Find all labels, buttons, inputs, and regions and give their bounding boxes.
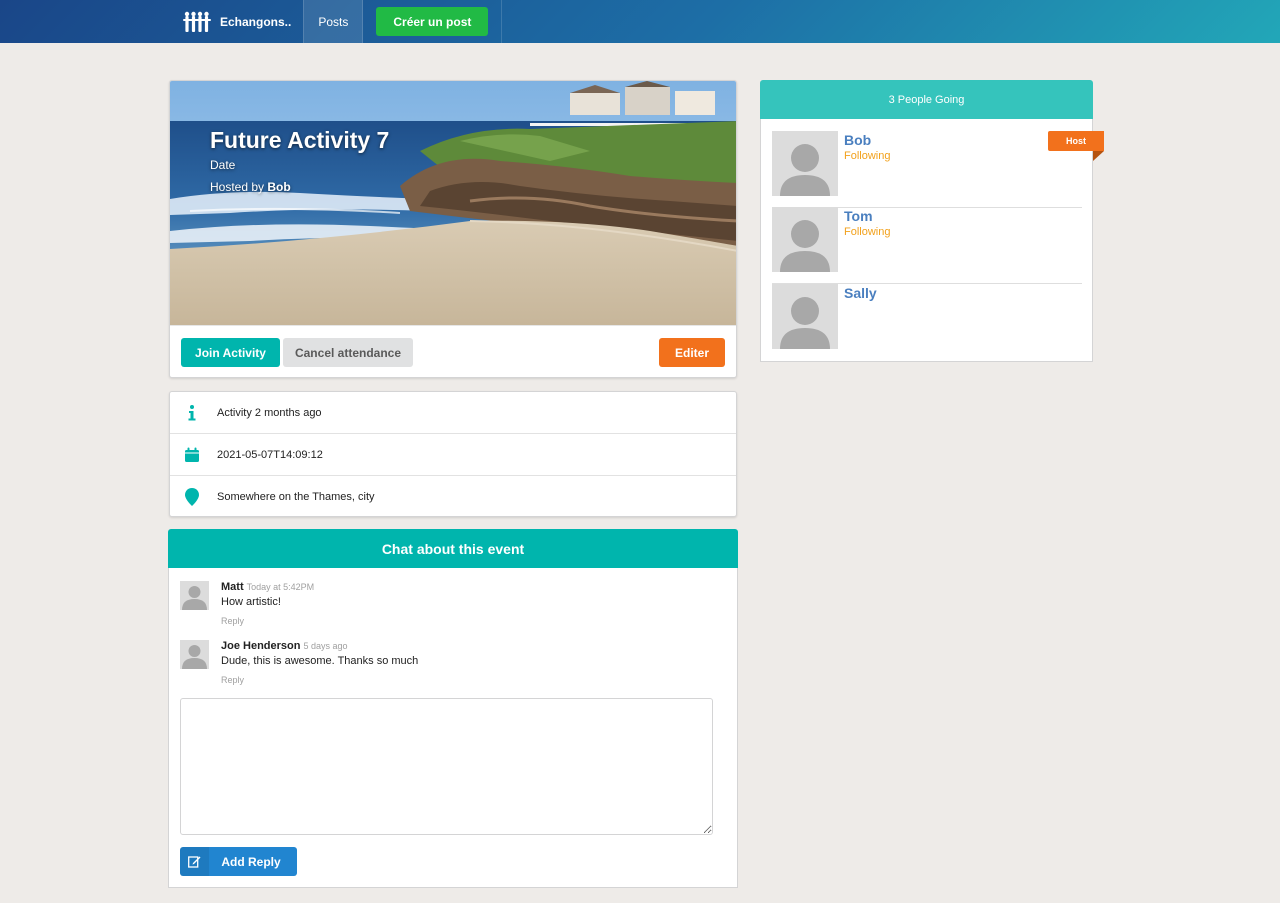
calendar-icon bbox=[183, 446, 201, 464]
activity-hero-text: Future Activity 7 Date Hosted by Bob bbox=[210, 126, 389, 194]
join-activity-button[interactable]: Join Activity bbox=[181, 338, 280, 367]
activity-title: Future Activity 7 bbox=[210, 127, 390, 153]
navbar-inner: Echangons.. Posts Créer un post bbox=[169, 0, 503, 43]
host-badge-corner bbox=[1093, 151, 1104, 161]
host-badge: Host bbox=[1048, 131, 1104, 151]
comment-author[interactable]: Matt Today at 5:42PM bbox=[221, 581, 314, 593]
add-reply-button[interactable]: Add Reply bbox=[180, 847, 297, 876]
activity-header-card: Future Activity 7 Date Hosted by Bob Joi… bbox=[169, 80, 737, 378]
comment-time: Today at 5:42PM bbox=[246, 582, 315, 592]
comment-text: Dude, this is awesome. Thanks so much bbox=[221, 655, 419, 667]
brand-link[interactable]: Echangons.. bbox=[169, 0, 303, 43]
comment-author-name: Matt bbox=[221, 581, 244, 593]
comment-avatar[interactable] bbox=[180, 640, 209, 669]
chat-header: Chat about this event bbox=[168, 529, 738, 568]
activity-image: Future Activity 7 Date Hosted by Bob bbox=[170, 81, 736, 325]
nav-create-wrap: Créer un post bbox=[363, 0, 503, 43]
comment-reply-link[interactable]: Reply bbox=[221, 616, 244, 626]
edit-activity-button[interactable]: Editer bbox=[659, 338, 725, 367]
hosted-by-prefix: Hosted by bbox=[210, 180, 268, 194]
attendee-status: Following bbox=[844, 150, 891, 162]
activity-actions: Join Activity Cancel attendance Editer bbox=[170, 325, 736, 377]
comment-author[interactable]: Joe Henderson 5 days ago bbox=[221, 640, 348, 652]
chat-panel: Matt Today at 5:42PM How artistic! Reply … bbox=[168, 568, 738, 888]
map-marker-icon bbox=[183, 488, 201, 506]
edit-icon bbox=[180, 847, 209, 876]
comment: Joe Henderson 5 days ago Dude, this is aw… bbox=[180, 640, 720, 690]
activity-date: Date bbox=[210, 158, 236, 172]
user-icon bbox=[182, 645, 207, 669]
attendee-status: Following bbox=[844, 226, 891, 238]
user-icon bbox=[182, 586, 207, 610]
host-name: Bob bbox=[267, 180, 291, 194]
nav-posts[interactable]: Posts bbox=[303, 0, 364, 43]
details-description-row: Activity 2 months ago bbox=[170, 392, 736, 434]
attendees-header: 3 People Going bbox=[760, 80, 1093, 119]
activity-details: Activity 2 months ago 2021-05-07T14:09:1… bbox=[169, 391, 737, 517]
create-post-button[interactable]: Créer un post bbox=[376, 7, 489, 36]
user-icon bbox=[780, 144, 830, 196]
list-item: Sally bbox=[772, 284, 1082, 361]
attendee-name[interactable]: Bob bbox=[844, 132, 871, 148]
activity-host: Hosted by Bob bbox=[210, 180, 389, 194]
user-icon bbox=[780, 220, 830, 272]
top-navbar: Echangons.. Posts Créer un post bbox=[0, 0, 1280, 43]
comment-text: How artistic! bbox=[221, 596, 281, 608]
list-item: Bob Following bbox=[772, 131, 1082, 208]
details-venue-row: Somewhere on the Thames, city bbox=[170, 476, 736, 518]
list-item: Tom Following bbox=[772, 207, 1082, 284]
cancel-attendance-button[interactable]: Cancel attendance bbox=[283, 338, 413, 367]
activity-description: Activity 2 months ago bbox=[217, 406, 322, 419]
reply-textarea[interactable] bbox=[180, 698, 713, 835]
details-date-row: 2021-05-07T14:09:12 bbox=[170, 434, 736, 476]
activity-venue: Somewhere on the Thames, city bbox=[217, 491, 375, 503]
activity-datetime: 2021-05-07T14:09:12 bbox=[217, 448, 323, 461]
attendee-avatar[interactable] bbox=[772, 284, 838, 349]
attendee-name[interactable]: Tom bbox=[844, 208, 873, 224]
comment-avatar[interactable] bbox=[180, 581, 209, 610]
attendee-avatar[interactable] bbox=[772, 131, 838, 196]
attendee-name[interactable]: Sally bbox=[844, 285, 877, 301]
info-icon bbox=[183, 404, 201, 422]
add-reply-label: Add Reply bbox=[221, 854, 281, 869]
comment-reply-link[interactable]: Reply bbox=[221, 675, 244, 685]
user-icon bbox=[780, 297, 830, 349]
comment-author-name: Joe Henderson bbox=[221, 640, 301, 652]
brand-name: Echangons.. bbox=[220, 14, 292, 29]
attendee-avatar[interactable] bbox=[772, 207, 838, 272]
attendees-list: Bob Following Tom Following Sally bbox=[760, 119, 1093, 362]
comment-time: 5 days ago bbox=[303, 641, 348, 651]
logo-icon bbox=[183, 11, 211, 32]
comment: Matt Today at 5:42PM How artistic! Reply bbox=[180, 581, 720, 631]
